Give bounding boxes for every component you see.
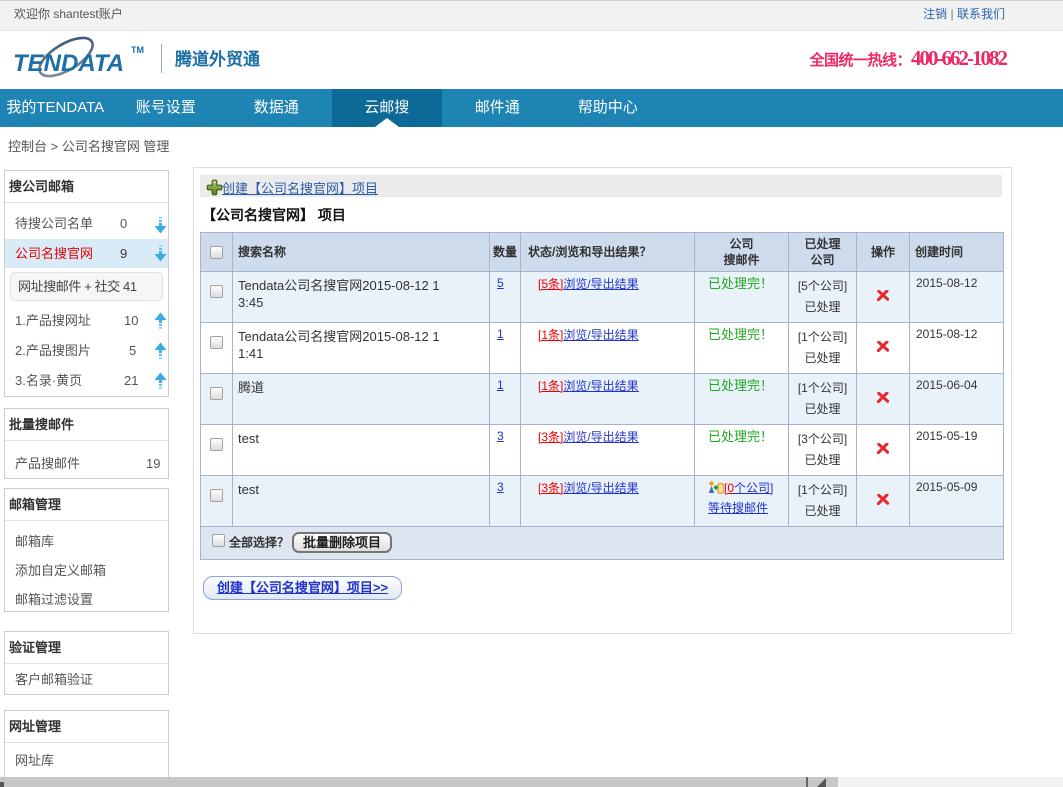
svg-text:TENDATA: TENDATA bbox=[13, 50, 124, 77]
svg-text:TM: TM bbox=[131, 45, 144, 55]
